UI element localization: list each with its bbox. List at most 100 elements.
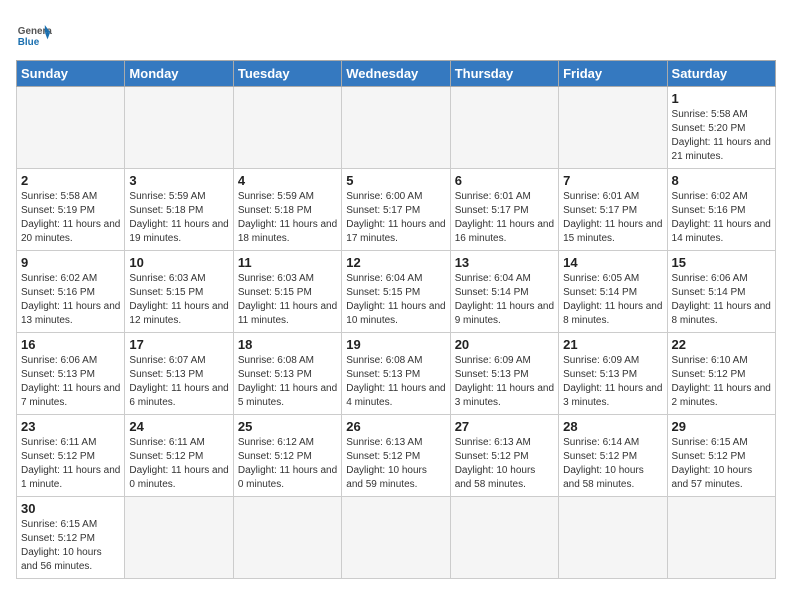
day-number: 14	[563, 255, 662, 270]
calendar-cell: 6Sunrise: 6:01 AM Sunset: 5:17 PM Daylig…	[450, 169, 558, 251]
day-info: Sunrise: 6:02 AM Sunset: 5:16 PM Dayligh…	[672, 190, 771, 246]
day-info: Sunrise: 6:09 AM Sunset: 5:13 PM Dayligh…	[563, 354, 662, 410]
day-info: Sunrise: 6:14 AM Sunset: 5:12 PM Dayligh…	[563, 436, 662, 492]
day-info: Sunrise: 6:03 AM Sunset: 5:15 PM Dayligh…	[129, 272, 228, 328]
logo-icon: General Blue	[16, 16, 52, 52]
day-number: 7	[563, 173, 662, 188]
calendar-cell: 3 Sunrise: 5:59 AM Sunset: 5:18 PM Daylig…	[125, 169, 233, 251]
calendar-cell: 14 Sunrise: 6:05 AM Sunset: 5:14 PM Dayli…	[559, 251, 667, 333]
day-info: Sunrise: 6:06 AM Sunset: 5:13 PM Dayligh…	[21, 354, 120, 410]
day-info: Sunrise: 6:06 AM Sunset: 5:14 PM Dayligh…	[672, 272, 771, 328]
calendar-cell: 13 Sunrise: 6:04 AM Sunset: 5:14 PM Dayli…	[450, 251, 558, 333]
day-number: 10	[129, 255, 228, 270]
calendar-cell	[559, 87, 667, 169]
day-number: 26	[346, 419, 445, 434]
calendar-cell: 26 Sunrise: 6:13 AM Sunset: 5:12 PM Dayli…	[342, 415, 450, 497]
calendar-cell: 2 Sunrise: 5:58 AM Sunset: 5:19 PM Daylig…	[17, 169, 125, 251]
calendar-cell: 11 Sunrise: 6:03 AM Sunset: 5:15 PM Dayli…	[233, 251, 341, 333]
calendar-cell: 17 Sunrise: 6:07 AM Sunset: 5:13 PM Dayli…	[125, 333, 233, 415]
calendar-cell	[233, 87, 341, 169]
calendar-cell	[559, 497, 667, 579]
calendar-cell: 29 Sunrise: 6:15 AM Sunset: 5:12 PM Dayli…	[667, 415, 775, 497]
header: General Blue	[16, 16, 776, 52]
calendar-cell: 22 Sunrise: 6:10 AM Sunset: 5:12 PM Dayli…	[667, 333, 775, 415]
weekday-header-friday: Friday	[559, 61, 667, 87]
day-number: 29	[672, 419, 771, 434]
calendar-cell: 24Sunrise: 6:11 AM Sunset: 5:12 PM Dayli…	[125, 415, 233, 497]
calendar-cell: 1Sunrise: 5:58 AM Sunset: 5:20 PM Daylig…	[667, 87, 775, 169]
calendar-cell: 21Sunrise: 6:09 AM Sunset: 5:13 PM Dayli…	[559, 333, 667, 415]
day-number: 18	[238, 337, 337, 352]
calendar-cell	[233, 497, 341, 579]
weekday-header-saturday: Saturday	[667, 61, 775, 87]
calendar-cell: 18 Sunrise: 6:08 AM Sunset: 5:13 PM Dayli…	[233, 333, 341, 415]
calendar-cell: 23 Sunrise: 6:11 AM Sunset: 5:12 PM Dayli…	[17, 415, 125, 497]
calendar-cell: 19 Sunrise: 6:08 AM Sunset: 5:13 PM Dayli…	[342, 333, 450, 415]
day-number: 5	[346, 173, 445, 188]
day-info: Sunrise: 6:15 AM Sunset: 5:12 PM Dayligh…	[672, 436, 771, 492]
day-number: 19	[346, 337, 445, 352]
day-number: 16	[21, 337, 120, 352]
day-info: Sunrise: 5:59 AM Sunset: 5:18 PM Dayligh…	[238, 190, 337, 246]
day-info: Sunrise: 6:13 AM Sunset: 5:12 PM Dayligh…	[455, 436, 554, 492]
logo: General Blue	[16, 16, 52, 52]
calendar-cell: 16 Sunrise: 6:06 AM Sunset: 5:13 PM Dayli…	[17, 333, 125, 415]
day-info: Sunrise: 6:11 AM Sunset: 5:12 PM Dayligh…	[21, 436, 120, 492]
day-info: Sunrise: 6:13 AM Sunset: 5:12 PM Dayligh…	[346, 436, 445, 492]
day-number: 11	[238, 255, 337, 270]
day-number: 22	[672, 337, 771, 352]
day-info: Sunrise: 5:59 AM Sunset: 5:18 PM Dayligh…	[129, 190, 228, 246]
svg-text:Blue: Blue	[18, 37, 40, 48]
day-info: Sunrise: 6:07 AM Sunset: 5:13 PM Dayligh…	[129, 354, 228, 410]
day-info: Sunrise: 6:08 AM Sunset: 5:13 PM Dayligh…	[238, 354, 337, 410]
day-info: Sunrise: 6:00 AM Sunset: 5:17 PM Dayligh…	[346, 190, 445, 246]
day-info: Sunrise: 6:04 AM Sunset: 5:14 PM Dayligh…	[455, 272, 554, 328]
calendar-cell: 10 Sunrise: 6:03 AM Sunset: 5:15 PM Dayli…	[125, 251, 233, 333]
calendar-row-2: 9Sunrise: 6:02 AM Sunset: 5:16 PM Daylig…	[17, 251, 776, 333]
calendar-cell	[125, 87, 233, 169]
day-number: 17	[129, 337, 228, 352]
day-number: 12	[346, 255, 445, 270]
day-info: Sunrise: 5:58 AM Sunset: 5:20 PM Dayligh…	[672, 108, 771, 164]
calendar-cell	[450, 497, 558, 579]
day-number: 30	[21, 501, 120, 516]
weekday-header-monday: Monday	[125, 61, 233, 87]
day-number: 23	[21, 419, 120, 434]
calendar-cell: 4Sunrise: 5:59 AM Sunset: 5:18 PM Daylig…	[233, 169, 341, 251]
day-info: Sunrise: 6:09 AM Sunset: 5:13 PM Dayligh…	[455, 354, 554, 410]
day-number: 3	[129, 173, 228, 188]
day-number: 25	[238, 419, 337, 434]
weekday-header-sunday: Sunday	[17, 61, 125, 87]
day-info: Sunrise: 6:15 AM Sunset: 5:12 PM Dayligh…	[21, 518, 120, 574]
calendar-cell: 25 Sunrise: 6:12 AM Sunset: 5:12 PM Dayli…	[233, 415, 341, 497]
day-info: Sunrise: 6:04 AM Sunset: 5:15 PM Dayligh…	[346, 272, 445, 328]
day-number: 15	[672, 255, 771, 270]
day-number: 24	[129, 419, 228, 434]
day-info: Sunrise: 6:03 AM Sunset: 5:15 PM Dayligh…	[238, 272, 337, 328]
day-number: 8	[672, 173, 771, 188]
day-number: 2	[21, 173, 120, 188]
calendar-cell	[667, 497, 775, 579]
day-info: Sunrise: 5:58 AM Sunset: 5:19 PM Dayligh…	[21, 190, 120, 246]
calendar-cell	[342, 87, 450, 169]
day-info: Sunrise: 6:08 AM Sunset: 5:13 PM Dayligh…	[346, 354, 445, 410]
calendar-row-5: 30 Sunrise: 6:15 AM Sunset: 5:12 PM Dayli…	[17, 497, 776, 579]
calendar-cell	[450, 87, 558, 169]
weekday-header-tuesday: Tuesday	[233, 61, 341, 87]
calendar-cell	[17, 87, 125, 169]
calendar-cell: 8 Sunrise: 6:02 AM Sunset: 5:16 PM Daylig…	[667, 169, 775, 251]
day-info: Sunrise: 6:05 AM Sunset: 5:14 PM Dayligh…	[563, 272, 662, 328]
day-number: 13	[455, 255, 554, 270]
calendar-cell	[342, 497, 450, 579]
weekday-header-row: SundayMondayTuesdayWednesdayThursdayFrid…	[17, 61, 776, 87]
weekday-header-wednesday: Wednesday	[342, 61, 450, 87]
day-info: Sunrise: 6:10 AM Sunset: 5:12 PM Dayligh…	[672, 354, 771, 410]
day-info: Sunrise: 6:02 AM Sunset: 5:16 PM Dayligh…	[21, 272, 120, 328]
day-number: 20	[455, 337, 554, 352]
calendar-cell: 15 Sunrise: 6:06 AM Sunset: 5:14 PM Dayli…	[667, 251, 775, 333]
calendar-cell: 12 Sunrise: 6:04 AM Sunset: 5:15 PM Dayli…	[342, 251, 450, 333]
day-info: Sunrise: 6:01 AM Sunset: 5:17 PM Dayligh…	[455, 190, 554, 246]
calendar: SundayMondayTuesdayWednesdayThursdayFrid…	[16, 60, 776, 579]
calendar-cell: 30 Sunrise: 6:15 AM Sunset: 5:12 PM Dayli…	[17, 497, 125, 579]
day-info: Sunrise: 6:12 AM Sunset: 5:12 PM Dayligh…	[238, 436, 337, 492]
